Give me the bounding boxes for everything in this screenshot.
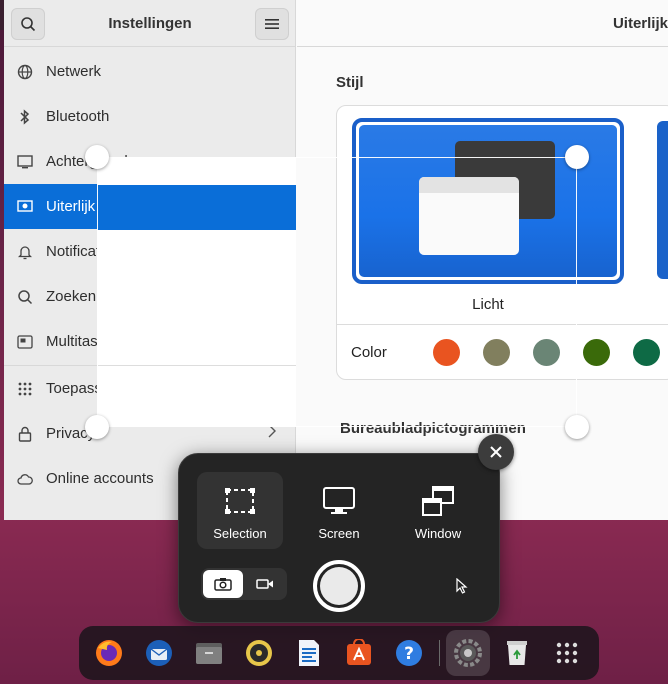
camera-icon: [214, 578, 232, 591]
bluetooth-icon: [4, 108, 46, 125]
apps-icon: [4, 382, 46, 396]
video-camera-icon: [256, 579, 273, 589]
style-section-title: Stijl: [336, 74, 364, 91]
bell-icon: [4, 244, 46, 260]
screencast-toggle[interactable]: [245, 570, 285, 598]
writer-icon[interactable]: [291, 635, 327, 671]
sidebar-item-label: Zoeken: [46, 288, 97, 305]
mode-label: Selection: [213, 526, 267, 541]
accent-swatch-viridian[interactable]: [633, 339, 660, 366]
thunderbird-icon[interactable]: [141, 635, 177, 671]
svg-text:?: ?: [404, 644, 414, 664]
screen-mode-button[interactable]: Screen: [296, 472, 382, 549]
show-pointer-toggle-icon[interactable]: [455, 578, 469, 594]
mode-label: Screen: [318, 526, 360, 541]
rhythmbox-icon[interactable]: [241, 635, 277, 671]
sidebar-item-bluetooth[interactable]: Bluetooth: [4, 94, 296, 139]
hamburger-icon: [265, 19, 279, 29]
settings-icon[interactable]: [450, 635, 486, 671]
theme-dark-option[interactable]: [657, 121, 668, 279]
dock-separator: [439, 640, 440, 666]
files-icon[interactable]: [191, 635, 227, 671]
selection-handle-bottom-right[interactable]: [565, 415, 589, 439]
sidebar-header: Instellingen: [4, 0, 296, 47]
sidebar-item-label: Netwerk: [46, 63, 102, 80]
sidebar-item-label: Online accounts: [46, 470, 154, 487]
sidebar-title: Instellingen: [108, 15, 192, 32]
selection-mode-button[interactable]: Selection: [197, 472, 283, 549]
show-apps-icon[interactable]: [549, 635, 585, 671]
capture-button[interactable]: [313, 560, 365, 612]
dock: ?: [79, 626, 599, 680]
help-icon[interactable]: ?: [391, 635, 427, 671]
window-icon: [421, 484, 455, 518]
background-icon: [4, 154, 46, 169]
page-title: Uiterlijk: [612, 15, 668, 32]
sidebar-item-netwerk[interactable]: Netwerk: [4, 49, 296, 94]
search-icon: [4, 289, 46, 305]
accent-swatch-olive[interactable]: [583, 339, 610, 366]
screenshot-panel: Selection Screen Window: [178, 453, 500, 623]
content-header: Uiterlijk: [297, 0, 668, 47]
cloud-icon: [4, 473, 46, 485]
appearance-icon: [4, 199, 46, 214]
screen-icon: [322, 484, 356, 518]
selection-icon: [224, 484, 256, 518]
trash-icon[interactable]: [499, 635, 535, 671]
close-button[interactable]: [478, 434, 514, 470]
app-center-icon[interactable]: [341, 635, 377, 671]
firefox-icon[interactable]: [91, 635, 127, 671]
selection-handle-top-right[interactable]: [565, 145, 589, 169]
network-icon: [4, 64, 46, 80]
menu-button[interactable]: [255, 8, 289, 40]
lock-icon: [4, 426, 46, 442]
selection-rectangle[interactable]: [97, 157, 577, 427]
selection-handle-bottom-left[interactable]: [85, 415, 109, 439]
selection-handle-top-left[interactable]: [85, 145, 109, 169]
mode-label: Window: [414, 526, 462, 541]
sidebar-item-label: Uiterlijk: [46, 198, 96, 215]
multitasking-icon: [4, 334, 46, 349]
close-icon: [490, 446, 502, 458]
screenshot-toggle[interactable]: [203, 570, 243, 598]
window-mode-button[interactable]: Window: [395, 472, 481, 549]
capture-type-toggle: [201, 568, 287, 600]
sidebar-item-label: Bluetooth: [46, 108, 110, 125]
